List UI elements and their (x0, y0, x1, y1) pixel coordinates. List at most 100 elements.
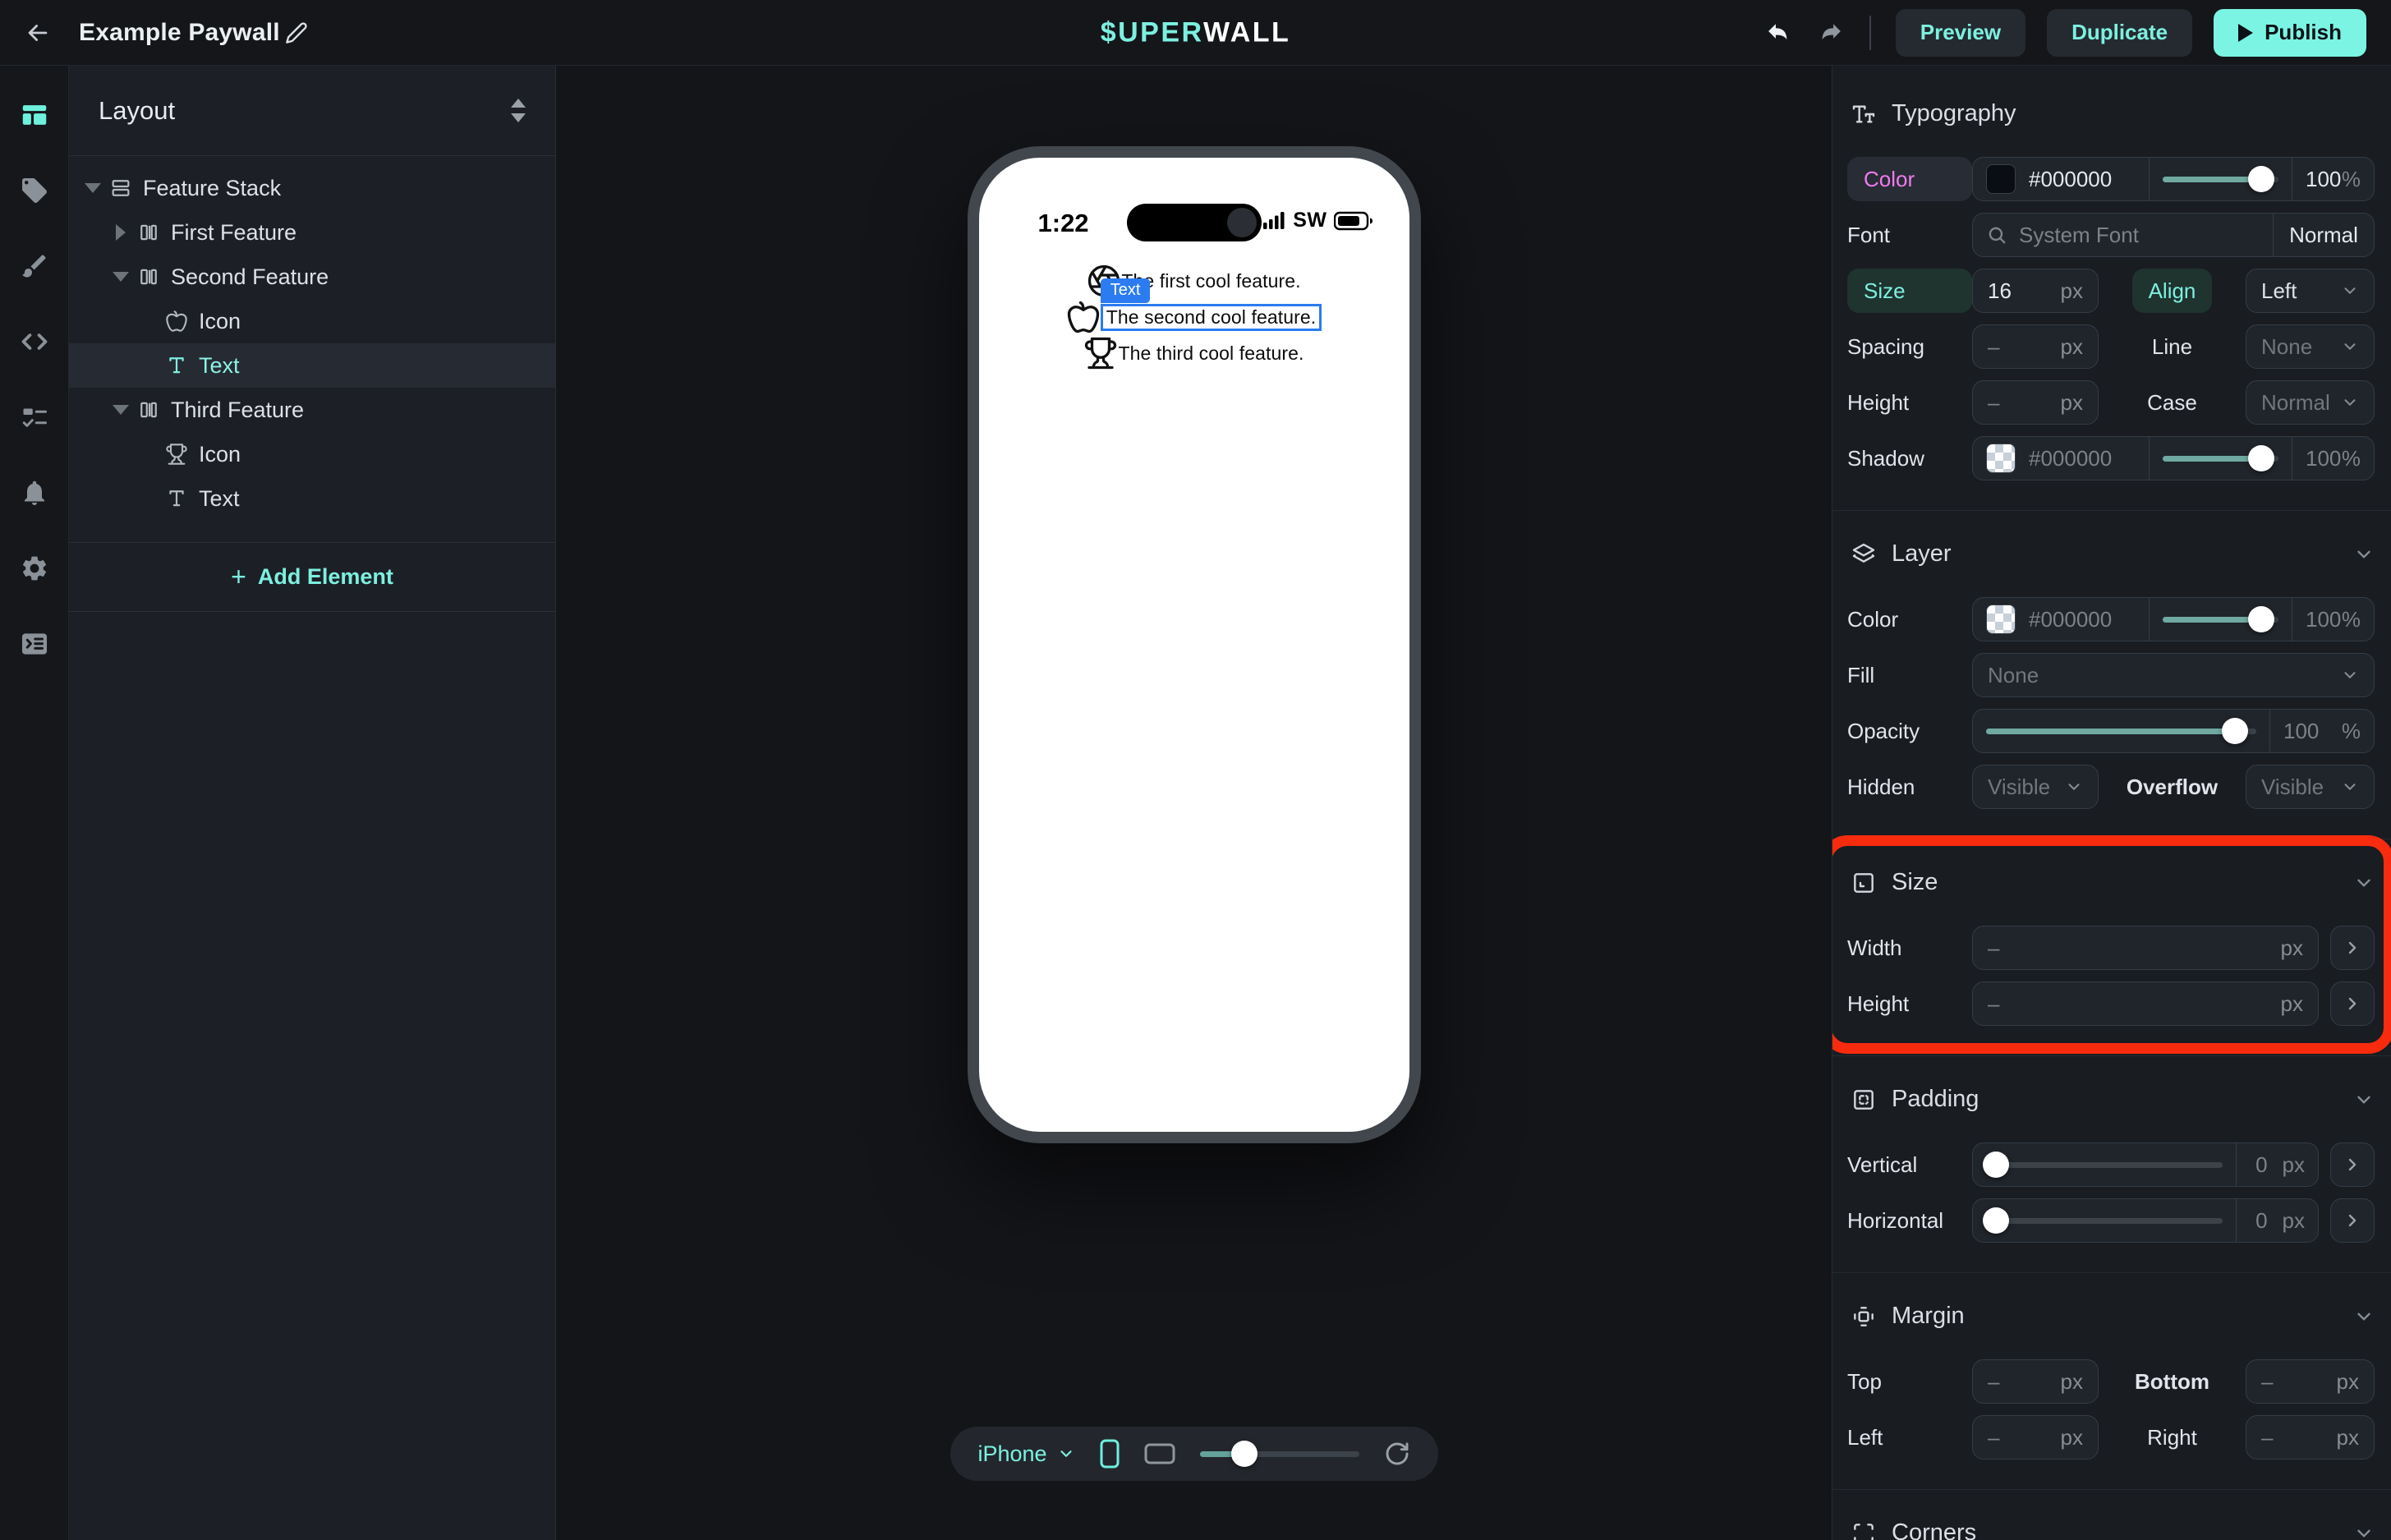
text-icon (164, 486, 189, 511)
padding-vertical-slider[interactable] (1973, 1143, 2236, 1186)
height-expand-button[interactable] (2330, 981, 2375, 1026)
rail-bell-icon[interactable] (7, 465, 62, 521)
collapse-chevron-icon[interactable] (2353, 1306, 2375, 1327)
color-alpha-value[interactable]: 100 % (2292, 158, 2374, 200)
feature-row-3[interactable]: The third cool feature. (1083, 335, 1304, 371)
line-select[interactable]: None (2246, 324, 2375, 369)
tree-item-icon[interactable]: Icon (69, 432, 555, 476)
font-weight-select[interactable]: Normal (2274, 214, 2374, 256)
shadow-hex-field[interactable]: #000000 (1973, 437, 2149, 480)
padding-vertical-expand-button[interactable] (2330, 1142, 2375, 1187)
padding-vertical-value[interactable]: 0 px (2237, 1143, 2318, 1186)
caret-expanded-icon[interactable] (110, 405, 131, 415)
tree-item-second-feature[interactable]: Second Feature (69, 255, 555, 299)
width-expand-button[interactable] (2330, 926, 2375, 970)
height-input[interactable]: – px (1972, 981, 2319, 1026)
width-input[interactable]: – px (1972, 926, 2319, 970)
shadow-alpha-value[interactable]: 100 % (2292, 437, 2374, 480)
tree-item-label: Icon (199, 442, 241, 467)
dynamic-island (1127, 204, 1262, 241)
font-size-pill[interactable]: Size (1847, 269, 1972, 313)
zoom-slider[interactable] (1200, 1441, 1359, 1467)
landscape-mode-button[interactable] (1144, 1443, 1175, 1464)
feature-row-2[interactable]: Text The second cool feature. (1066, 299, 1322, 335)
device-select[interactable]: iPhone (978, 1441, 1075, 1467)
margin-top-input[interactable]: –px (1972, 1359, 2099, 1404)
margin-icon (1851, 1303, 1877, 1330)
redo-icon[interactable] (1815, 18, 1845, 48)
letter-spacing-input[interactable]: – px (1972, 324, 2099, 369)
collapse-chevron-icon[interactable] (2353, 1089, 2375, 1110)
rail-code-icon[interactable] (7, 314, 62, 370)
margin-right-input[interactable]: –px (2246, 1415, 2375, 1460)
size-section-annotated: Size Width – px (1832, 839, 2391, 1055)
back-button[interactable] (21, 16, 54, 49)
portrait-mode-button[interactable] (1100, 1439, 1120, 1469)
columns-icon (136, 398, 161, 422)
preview-button[interactable]: Preview (1896, 9, 2025, 57)
padding-horizontal-control: 0 px (1972, 1198, 2319, 1243)
selection-outline[interactable]: Text The second cool feature. (1101, 304, 1322, 331)
refresh-button[interactable] (1384, 1441, 1410, 1467)
padding-horizontal-slider[interactable] (1973, 1199, 2236, 1242)
line-height-input[interactable]: – px (1972, 380, 2099, 425)
apple-icon (1066, 300, 1101, 334)
rail-layout-icon[interactable] (7, 87, 62, 143)
edit-title-icon[interactable] (285, 21, 308, 44)
collapse-chevron-icon[interactable] (2353, 544, 2375, 565)
layer-color-alpha-value[interactable]: 100 % (2292, 598, 2374, 641)
color-swatch[interactable] (1986, 164, 2016, 194)
typography-color-pill[interactable]: Color (1847, 157, 1972, 201)
font-size-input[interactable]: 16 px (1972, 269, 2099, 313)
layer-color-swatch[interactable] (1986, 605, 2016, 634)
rail-gear-icon[interactable] (7, 540, 62, 596)
tree-item-third-feature[interactable]: Third Feature (69, 388, 555, 432)
chevron-down-icon (2341, 666, 2359, 684)
padding-horizontal-value[interactable]: 0 px (2237, 1199, 2318, 1242)
line-label: Line (2152, 334, 2192, 360)
caret-expanded-icon[interactable] (110, 272, 131, 282)
undo-icon[interactable] (1764, 18, 1794, 48)
opacity-value[interactable]: 100 % (2270, 710, 2374, 752)
layer-color-alpha-slider[interactable] (2150, 598, 2292, 641)
chevron-right-icon (2343, 994, 2362, 1014)
shadow-alpha-slider[interactable] (2150, 437, 2292, 480)
iphone-screen[interactable]: 1:22 SW The first cool feature. (979, 158, 1409, 1132)
rail-tag-icon[interactable] (7, 163, 62, 218)
rail-brush-icon[interactable] (7, 238, 62, 294)
shadow-swatch[interactable] (1986, 444, 2016, 473)
fill-select[interactable]: None (1972, 653, 2375, 697)
tree-item-text[interactable]: Text (69, 476, 555, 521)
tree-item-icon[interactable]: Icon (69, 299, 555, 343)
rail-checklist-icon[interactable] (7, 389, 62, 445)
padding-horizontal-expand-button[interactable] (2330, 1198, 2375, 1243)
trophy-icon (1083, 336, 1118, 370)
duplicate-button[interactable]: Duplicate (2047, 9, 2192, 57)
sort-icon[interactable] (511, 99, 526, 122)
layer-color-hex-field[interactable]: #000000 (1973, 598, 2149, 641)
margin-bottom-input[interactable]: –px (2246, 1359, 2375, 1404)
align-pill[interactable]: Align (2132, 269, 2213, 313)
typography-section: Typography Color #000000 100 % (1832, 66, 2391, 510)
canvas: 1:22 SW The first cool feature. (556, 66, 1832, 1540)
color-hex-field[interactable]: #000000 (1973, 158, 2149, 200)
case-select[interactable]: Normal (2246, 380, 2375, 425)
collapse-chevron-icon[interactable] (2353, 872, 2375, 894)
tree-item-feature-stack[interactable]: Feature Stack (69, 166, 555, 210)
publish-button[interactable]: Publish (2214, 9, 2366, 57)
add-element-button[interactable]: + Add Element (69, 543, 555, 612)
hidden-select[interactable]: Visible (1972, 765, 2099, 809)
collapse-chevron-icon[interactable] (2353, 1523, 2375, 1540)
caret-expanded-icon[interactable] (82, 183, 103, 193)
opacity-slider[interactable] (1973, 710, 2269, 752)
caret-collapsed-icon[interactable] (110, 224, 131, 241)
chevron-right-icon (2343, 938, 2362, 958)
rail-terminal-icon[interactable] (7, 616, 62, 672)
font-search-input[interactable]: System Font (1973, 214, 2273, 256)
overflow-select[interactable]: Visible (2246, 765, 2375, 809)
tree-item-first-feature[interactable]: First Feature (69, 210, 555, 255)
tree-item-text-selected[interactable]: Text (69, 343, 555, 388)
margin-left-input[interactable]: –px (1972, 1415, 2099, 1460)
align-select[interactable]: Left (2246, 269, 2375, 313)
color-alpha-slider[interactable] (2150, 158, 2292, 200)
